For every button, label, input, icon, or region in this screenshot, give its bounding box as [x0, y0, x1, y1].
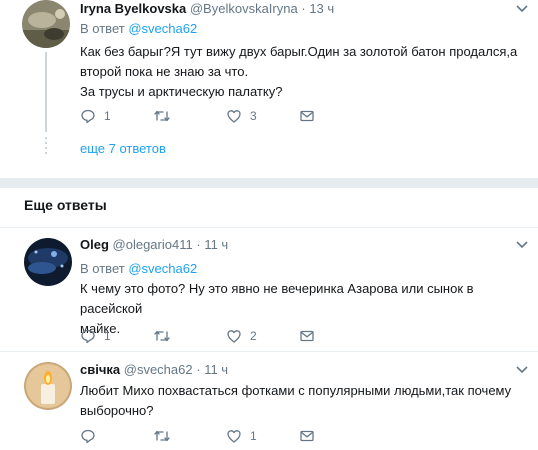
thread-dots: [45, 137, 47, 157]
author-name[interactable]: свічка: [80, 362, 120, 377]
avatar[interactable]: [24, 238, 72, 286]
author-name[interactable]: Oleg: [80, 237, 109, 252]
timestamp[interactable]: 13 ч: [309, 1, 334, 16]
reply-to-link[interactable]: @svecha62: [128, 261, 197, 276]
tweet-actions: 1 2: [80, 326, 320, 346]
author-name[interactable]: Iryna Byelkovska: [80, 1, 186, 16]
tweet-svichka[interactable]: свічка @svecha62 · 11 ч Любит Михо похва…: [0, 352, 538, 450]
avatar-image: [24, 238, 72, 286]
separator: ·: [301, 1, 306, 16]
separator: ·: [196, 237, 201, 252]
chevron-down-icon[interactable]: [516, 4, 528, 14]
tweet-text-line: Любит Михо похвастаться фотками с популя…: [80, 383, 512, 398]
retweet-icon: [154, 330, 170, 342]
tweet-actions: 1 3: [80, 106, 320, 126]
reply-icon: [81, 109, 95, 124]
author-handle[interactable]: @svecha62: [124, 362, 193, 377]
reply-icon: [81, 429, 95, 444]
reply-prefix: В ответ: [80, 261, 125, 276]
heart-icon: [227, 430, 241, 443]
tweet-text-line: К чему это фото? Ну это явно не вечеринк…: [80, 281, 474, 316]
tweet-text-line: второй пока не знаю за что.: [80, 64, 249, 79]
thread-line: [45, 52, 47, 132]
timestamp[interactable]: 11 ч: [204, 362, 228, 377]
retweet-icon: [154, 430, 170, 442]
tweet-text: Любит Михо похвастаться фотками с популя…: [80, 381, 530, 421]
tweet-actions: 1: [80, 426, 320, 446]
author-handle[interactable]: @olegario411: [113, 237, 193, 252]
avatar[interactable]: [24, 362, 72, 410]
chevron-down-icon[interactable]: [516, 365, 528, 375]
author-handle[interactable]: @ByelkovskaIryna: [190, 1, 298, 16]
envelope-icon: [300, 110, 314, 122]
tweet-text-line: За трусы и арктическую палатку?: [80, 84, 283, 99]
reply-to-link[interactable]: @svecha62: [128, 21, 197, 36]
tweet-text: Как без барыг?Я тут вижу двух барыг.Один…: [80, 42, 520, 102]
tweet-header: Iryna Byelkovska @ByelkovskaIryna · 13 ч: [80, 0, 334, 18]
chevron-down-icon[interactable]: [516, 240, 528, 250]
tweet-text-line: Как без барыг?Я тут вижу двух барыг.Один…: [80, 44, 518, 59]
retweet-icon: [154, 110, 170, 122]
like-count: 2: [250, 329, 257, 343]
reply-context: В ответ @svecha62: [80, 261, 197, 277]
separator: ·: [196, 362, 201, 377]
reply-count: 1: [104, 329, 111, 343]
avatar[interactable]: [22, 0, 70, 48]
section-divider: [0, 178, 538, 188]
tweet-text-line: выборочно?: [80, 403, 154, 418]
reply-icon: [81, 329, 95, 344]
tweet-header: Oleg @olegario411 · 11 ч: [80, 236, 228, 254]
heart-icon: [227, 110, 241, 123]
show-more-replies-link[interactable]: еще 7 ответов: [80, 141, 166, 156]
envelope-icon: [300, 430, 314, 442]
more-replies-heading: Еще ответы: [24, 197, 107, 213]
tweet-oleg[interactable]: Oleg @olegario411 · 11 ч В ответ @svecha…: [0, 228, 538, 350]
avatar-image: [24, 362, 72, 410]
like-count: 3: [250, 109, 257, 123]
tweet-header: свічка @svecha62 · 11 ч: [80, 361, 228, 379]
like-count: 1: [250, 429, 257, 443]
reply-count: 1: [104, 109, 111, 123]
reply-prefix: В ответ: [80, 21, 125, 36]
envelope-icon: [300, 330, 314, 342]
heart-icon: [227, 330, 241, 343]
tweet-iryna[interactable]: Iryna Byelkovska @ByelkovskaIryna · 13 ч…: [0, 0, 538, 170]
reply-context: В ответ @svecha62: [80, 21, 197, 37]
timestamp[interactable]: 11 ч: [204, 237, 228, 252]
avatar-image: [22, 0, 70, 48]
